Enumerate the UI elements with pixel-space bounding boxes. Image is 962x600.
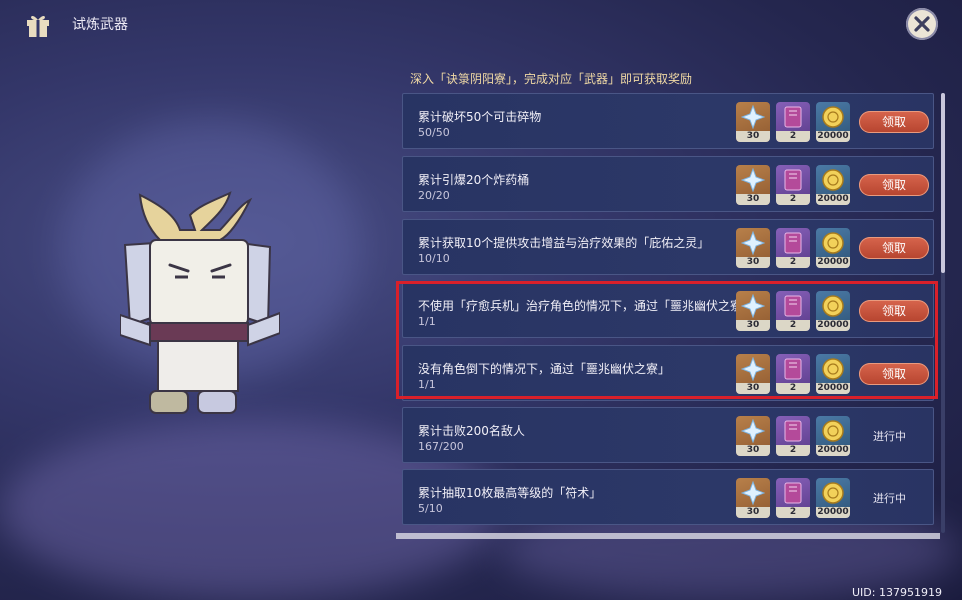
reward-primogem[interactable]: 30 <box>736 102 770 142</box>
quest-status: 进行中 <box>873 492 906 505</box>
scrollbar-thumb[interactable] <box>941 93 945 273</box>
mora-icon <box>822 482 844 504</box>
character-illustration <box>119 185 281 425</box>
primogem-icon <box>741 231 765 255</box>
quest-title: 累计破坏50个可击碎物 <box>418 110 542 124</box>
reward-mora[interactable]: 20000 <box>816 102 850 142</box>
book-icon <box>784 420 802 442</box>
quest-progress: 5/10 <box>418 502 443 515</box>
highlight-box <box>396 281 938 399</box>
book-icon <box>784 482 802 504</box>
reward-book[interactable]: 2 <box>776 102 810 142</box>
quest-progress: 20/20 <box>418 189 450 202</box>
primogem-icon <box>741 419 765 443</box>
quest-progress: 10/10 <box>418 252 450 265</box>
quest-row: 累计引爆20个炸药桶 20/20 30 2 20000 领取 <box>402 156 934 212</box>
reward-count: 20000 <box>816 131 850 142</box>
book-icon <box>784 232 802 254</box>
reward-count: 30 <box>736 131 770 142</box>
reward-count: 30 <box>736 194 770 205</box>
header: 试炼武器 <box>0 0 962 48</box>
primogem-icon <box>741 168 765 192</box>
page-title: 试炼武器 <box>72 17 128 33</box>
quest-title: 累计获取10个提供攻击增益与治疗效果的「庇佑之灵」 <box>418 236 710 250</box>
quest-row: 累计获取10个提供攻击增益与治疗效果的「庇佑之灵」 10/10 30 2 200… <box>402 219 934 275</box>
reward-primogem[interactable]: 30 <box>736 228 770 268</box>
primogem-icon <box>741 481 765 505</box>
reward-count: 20000 <box>816 194 850 205</box>
mora-icon <box>822 232 844 254</box>
reward-book[interactable]: 2 <box>776 228 810 268</box>
quest-row: 累计破坏50个可击碎物 50/50 30 2 20000 领取 <box>402 93 934 149</box>
gift-icon <box>24 10 52 38</box>
reward-book[interactable]: 2 <box>776 165 810 205</box>
mora-icon <box>822 420 844 442</box>
reward-count: 2 <box>776 131 810 142</box>
reward-book[interactable]: 2 <box>776 416 810 456</box>
event-description: 深入「诀箓阴阳寮」，完成对应「武器」即可获取奖励 <box>410 72 693 86</box>
book-icon <box>784 106 802 128</box>
quest-title: 累计引爆20个炸药桶 <box>418 173 530 187</box>
reward-primogem[interactable]: 30 <box>736 416 770 456</box>
reward-mora[interactable]: 20000 <box>816 416 850 456</box>
book-icon <box>784 169 802 191</box>
reward-count: 2 <box>776 194 810 205</box>
reward-mora[interactable]: 20000 <box>816 228 850 268</box>
reward-count: 30 <box>736 257 770 268</box>
quest-title: 累计抽取10枚最高等级的「符术」 <box>418 486 602 500</box>
reward-count: 2 <box>776 257 810 268</box>
quest-row: 累计击败200名敌人 167/200 30 2 20000 进行中 <box>402 407 934 463</box>
quest-row: 累计抽取10枚最高等级的「符术」 5/10 30 2 20000 进行中 <box>402 469 934 525</box>
reward-book[interactable]: 2 <box>776 478 810 518</box>
primogem-icon <box>741 105 765 129</box>
mora-icon <box>822 106 844 128</box>
reward-mora[interactable]: 20000 <box>816 478 850 518</box>
reward-count: 30 <box>736 445 770 456</box>
list-bottom-edge <box>396 533 940 539</box>
quest-progress: 167/200 <box>418 440 464 453</box>
reward-primogem[interactable]: 30 <box>736 478 770 518</box>
reward-count: 20000 <box>816 257 850 268</box>
quest-title: 累计击败200名敌人 <box>418 424 525 438</box>
reward-count: 20000 <box>816 445 850 456</box>
reward-mora[interactable]: 20000 <box>816 165 850 205</box>
claim-button[interactable]: 领取 <box>859 111 929 133</box>
close-button[interactable] <box>906 8 938 40</box>
claim-button[interactable]: 领取 <box>859 174 929 196</box>
uid-label: UID: 137951919 <box>852 586 942 599</box>
reward-primogem[interactable]: 30 <box>736 165 770 205</box>
mora-icon <box>822 169 844 191</box>
reward-count: 20000 <box>816 507 850 518</box>
claim-button[interactable]: 领取 <box>859 237 929 259</box>
quest-status: 进行中 <box>873 430 906 443</box>
reward-count: 30 <box>736 507 770 518</box>
reward-count: 2 <box>776 445 810 456</box>
quest-progress: 50/50 <box>418 126 450 139</box>
reward-count: 2 <box>776 507 810 518</box>
close-icon <box>914 16 930 32</box>
